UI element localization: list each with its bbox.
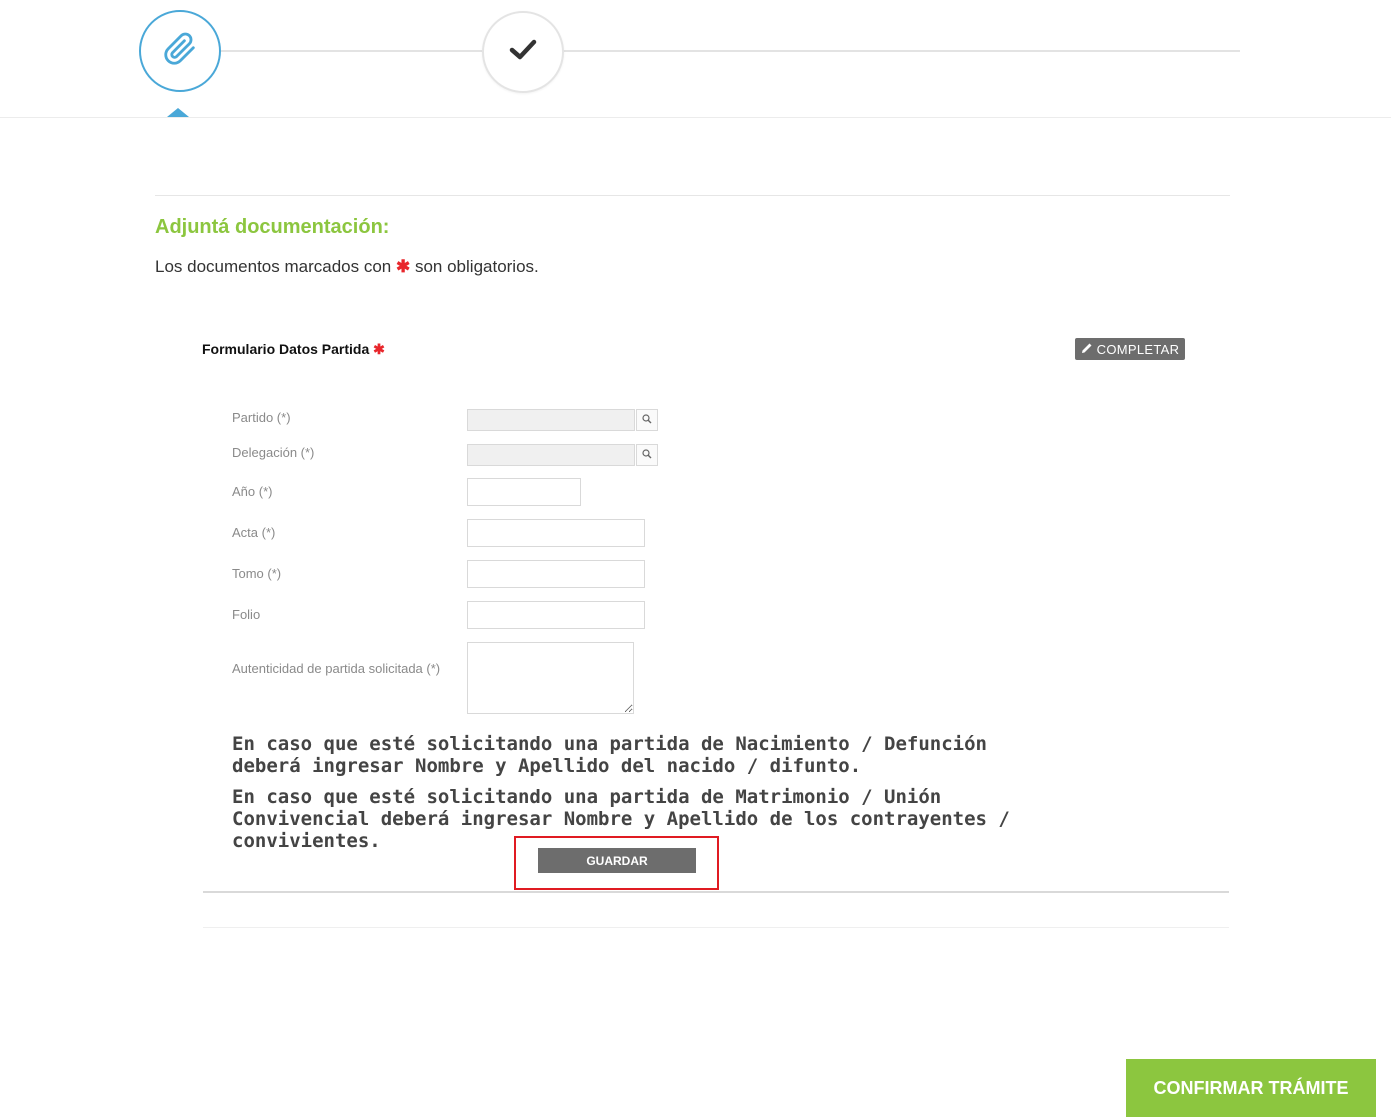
step-attach[interactable] (139, 10, 221, 92)
field-label-anio: Año (*) (232, 484, 273, 499)
notice-nacimiento: En caso que esté solicitando una partida… (232, 733, 987, 777)
form-divider-bottom (203, 891, 1229, 893)
tomo-input[interactable] (467, 560, 645, 588)
section-divider-bottom (203, 927, 1229, 928)
document-required-star-icon: ✱ (373, 341, 385, 357)
field-label-folio: Folio (232, 607, 261, 622)
stepper-line (220, 50, 1240, 52)
delegacion-input[interactable] (467, 444, 635, 466)
complete-button[interactable]: COMPLETAR (1075, 338, 1185, 360)
section-subtitle: Los documentos marcados con ✱ son obliga… (155, 257, 539, 277)
required-star-icon: ✱ (395, 257, 411, 276)
document-name-text: Formulario Datos Partida (202, 341, 370, 357)
search-icon (642, 446, 652, 464)
subtitle-text-after: son obligatorios. (414, 257, 539, 276)
acta-input[interactable] (467, 519, 645, 547)
checkmark-icon (509, 38, 537, 67)
step-confirm[interactable] (482, 11, 564, 93)
paperclip-icon (163, 32, 197, 71)
header-divider (0, 117, 1391, 118)
partido-input[interactable] (467, 409, 635, 431)
pencil-icon (1081, 342, 1093, 357)
active-step-caret (167, 108, 189, 117)
save-button[interactable]: GUARDAR (538, 848, 696, 873)
field-label-partido: Partido (*) (232, 410, 291, 425)
search-icon (642, 411, 652, 429)
autenticidad-textarea[interactable] (467, 642, 634, 714)
field-label-tomo: Tomo (*) (232, 566, 282, 581)
delegacion-lookup-button[interactable] (636, 444, 658, 466)
section-divider-top (155, 195, 1230, 196)
complete-button-label: COMPLETAR (1096, 341, 1180, 357)
partido-lookup-button[interactable] (636, 409, 658, 431)
document-name: Formulario Datos Partida ✱ (202, 341, 385, 358)
section-title: Adjuntá documentación: (155, 216, 390, 238)
anio-input[interactable] (467, 478, 581, 506)
confirm-procedure-button[interactable]: CONFIRMAR TRÁMITE (1126, 1059, 1376, 1117)
subtitle-text-before: Los documentos marcados con (155, 257, 392, 276)
field-label-delegacion: Delegación (*) (232, 445, 315, 460)
field-label-acta: Acta (*) (232, 525, 276, 540)
field-label-autenticidad: Autenticidad de partida solicitada (*) (232, 661, 441, 676)
folio-input[interactable] (467, 601, 645, 629)
